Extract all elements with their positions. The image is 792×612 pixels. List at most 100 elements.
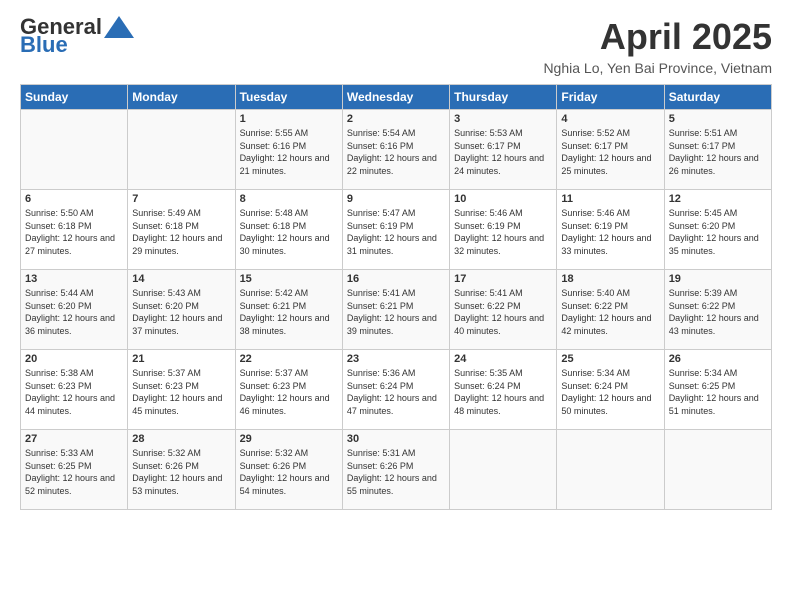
day-number: 4 [561,113,659,125]
calendar-cell: 8 Sunrise: 5:48 AM Sunset: 6:18 PM Daylig… [235,190,342,270]
day-info: Sunrise: 5:50 AM Sunset: 6:18 PM Dayligh… [25,207,123,257]
day-number: 28 [132,433,230,445]
calendar-cell: 12 Sunrise: 5:45 AM Sunset: 6:20 PM Dayli… [664,190,771,270]
day-number: 14 [132,273,230,285]
title-block: April 2025 Nghia Lo, Yen Bai Province, V… [543,16,772,76]
calendar-table: SundayMondayTuesdayWednesdayThursdayFrid… [20,84,772,510]
calendar-title: April 2025 [543,16,772,58]
day-number: 3 [454,113,552,125]
day-number: 21 [132,353,230,365]
page-header: General Blue April 2025 Nghia Lo, Yen Ba… [20,16,772,76]
calendar-cell: 13 Sunrise: 5:44 AM Sunset: 6:20 PM Dayli… [21,270,128,350]
calendar-cell: 4 Sunrise: 5:52 AM Sunset: 6:17 PM Daylig… [557,110,664,190]
day-info: Sunrise: 5:48 AM Sunset: 6:18 PM Dayligh… [240,207,338,257]
day-info: Sunrise: 5:35 AM Sunset: 6:24 PM Dayligh… [454,367,552,417]
col-header-monday: Monday [128,85,235,110]
calendar-cell: 6 Sunrise: 5:50 AM Sunset: 6:18 PM Daylig… [21,190,128,270]
col-header-wednesday: Wednesday [342,85,449,110]
calendar-cell: 16Sunrise: 5:41 AM Sunset: 6:21 PM Dayli… [342,270,449,350]
day-number: 1 [240,113,338,125]
calendar-week-3: 13 Sunrise: 5:44 AM Sunset: 6:20 PM Dayli… [21,270,772,350]
day-info: Sunrise: 5:51 AM Sunset: 6:17 PM Dayligh… [669,127,767,177]
day-number: 7 [132,193,230,205]
day-info: Sunrise: 5:45 AM Sunset: 6:20 PM Dayligh… [669,207,767,257]
calendar-week-4: 20Sunrise: 5:38 AM Sunset: 6:23 PM Dayli… [21,350,772,430]
day-info: Sunrise: 5:55 AM Sunset: 6:16 PM Dayligh… [240,127,338,177]
col-header-saturday: Saturday [664,85,771,110]
calendar-cell: 1 Sunrise: 5:55 AM Sunset: 6:16 PM Daylig… [235,110,342,190]
calendar-week-2: 6 Sunrise: 5:50 AM Sunset: 6:18 PM Daylig… [21,190,772,270]
calendar-cell: 30 Sunrise: 5:31 AM Sunset: 6:26 PM Dayli… [342,430,449,510]
day-info: Sunrise: 5:46 AM Sunset: 6:19 PM Dayligh… [454,207,552,257]
day-info: Sunrise: 5:46 AM Sunset: 6:19 PM Dayligh… [561,207,659,257]
calendar-cell: 29Sunrise: 5:32 AM Sunset: 6:26 PM Dayli… [235,430,342,510]
calendar-cell: 5 Sunrise: 5:51 AM Sunset: 6:17 PM Daylig… [664,110,771,190]
day-number: 5 [669,113,767,125]
calendar-cell: 10 Sunrise: 5:46 AM Sunset: 6:19 PM Dayli… [450,190,557,270]
day-info: Sunrise: 5:49 AM Sunset: 6:18 PM Dayligh… [132,207,230,257]
logo-blue: Blue [20,34,68,56]
calendar-body: 1 Sunrise: 5:55 AM Sunset: 6:16 PM Daylig… [21,110,772,510]
day-number: 15 [240,273,338,285]
calendar-cell: 18Sunrise: 5:40 AM Sunset: 6:22 PM Dayli… [557,270,664,350]
day-info: Sunrise: 5:38 AM Sunset: 6:23 PM Dayligh… [25,367,123,417]
calendar-cell: 11 Sunrise: 5:46 AM Sunset: 6:19 PM Dayli… [557,190,664,270]
calendar-cell: 25Sunrise: 5:34 AM Sunset: 6:24 PM Dayli… [557,350,664,430]
day-info: Sunrise: 5:31 AM Sunset: 6:26 PM Dayligh… [347,447,445,497]
day-number: 18 [561,273,659,285]
day-number: 24 [454,353,552,365]
calendar-cell: 22Sunrise: 5:37 AM Sunset: 6:23 PM Dayli… [235,350,342,430]
day-number: 19 [669,273,767,285]
day-number: 11 [561,193,659,205]
col-header-thursday: Thursday [450,85,557,110]
day-number: 22 [240,353,338,365]
calendar-cell: 20Sunrise: 5:38 AM Sunset: 6:23 PM Dayli… [21,350,128,430]
calendar-cell: 15 Sunrise: 5:42 AM Sunset: 6:21 PM Dayli… [235,270,342,350]
calendar-cell: 3 Sunrise: 5:53 AM Sunset: 6:17 PM Daylig… [450,110,557,190]
day-number: 27 [25,433,123,445]
day-info: Sunrise: 5:32 AM Sunset: 6:26 PM Dayligh… [132,447,230,497]
calendar-cell: 9Sunrise: 5:47 AM Sunset: 6:19 PM Daylig… [342,190,449,270]
calendar-cell [21,110,128,190]
calendar-cell: 2Sunrise: 5:54 AM Sunset: 6:16 PM Daylig… [342,110,449,190]
calendar-week-5: 27 Sunrise: 5:33 AM Sunset: 6:25 PM Dayli… [21,430,772,510]
day-info: Sunrise: 5:36 AM Sunset: 6:24 PM Dayligh… [347,367,445,417]
day-info: Sunrise: 5:44 AM Sunset: 6:20 PM Dayligh… [25,287,123,337]
day-info: Sunrise: 5:41 AM Sunset: 6:22 PM Dayligh… [454,287,552,337]
day-number: 16 [347,273,445,285]
day-info: Sunrise: 5:42 AM Sunset: 6:21 PM Dayligh… [240,287,338,337]
day-number: 23 [347,353,445,365]
day-info: Sunrise: 5:37 AM Sunset: 6:23 PM Dayligh… [132,367,230,417]
day-number: 26 [669,353,767,365]
calendar-week-1: 1 Sunrise: 5:55 AM Sunset: 6:16 PM Daylig… [21,110,772,190]
calendar-cell [664,430,771,510]
day-info: Sunrise: 5:47 AM Sunset: 6:19 PM Dayligh… [347,207,445,257]
col-header-friday: Friday [557,85,664,110]
calendar-header-row: SundayMondayTuesdayWednesdayThursdayFrid… [21,85,772,110]
day-number: 13 [25,273,123,285]
day-number: 17 [454,273,552,285]
col-header-tuesday: Tuesday [235,85,342,110]
day-number: 30 [347,433,445,445]
calendar-cell: 19Sunrise: 5:39 AM Sunset: 6:22 PM Dayli… [664,270,771,350]
calendar-subtitle: Nghia Lo, Yen Bai Province, Vietnam [543,60,772,76]
calendar-cell: 28 Sunrise: 5:32 AM Sunset: 6:26 PM Dayli… [128,430,235,510]
day-number: 10 [454,193,552,205]
day-info: Sunrise: 5:52 AM Sunset: 6:17 PM Dayligh… [561,127,659,177]
calendar-cell: 7 Sunrise: 5:49 AM Sunset: 6:18 PM Daylig… [128,190,235,270]
day-info: Sunrise: 5:33 AM Sunset: 6:25 PM Dayligh… [25,447,123,497]
calendar-cell [128,110,235,190]
day-number: 8 [240,193,338,205]
day-number: 29 [240,433,338,445]
day-info: Sunrise: 5:34 AM Sunset: 6:25 PM Dayligh… [669,367,767,417]
day-number: 12 [669,193,767,205]
logo-icon [104,16,134,38]
day-number: 6 [25,193,123,205]
calendar-cell: 27 Sunrise: 5:33 AM Sunset: 6:25 PM Dayli… [21,430,128,510]
day-info: Sunrise: 5:53 AM Sunset: 6:17 PM Dayligh… [454,127,552,177]
day-info: Sunrise: 5:54 AM Sunset: 6:16 PM Dayligh… [347,127,445,177]
logo: General Blue [20,16,134,56]
calendar-cell: 21 Sunrise: 5:37 AM Sunset: 6:23 PM Dayli… [128,350,235,430]
calendar-cell: 17 Sunrise: 5:41 AM Sunset: 6:22 PM Dayli… [450,270,557,350]
calendar-cell: 24 Sunrise: 5:35 AM Sunset: 6:24 PM Dayli… [450,350,557,430]
